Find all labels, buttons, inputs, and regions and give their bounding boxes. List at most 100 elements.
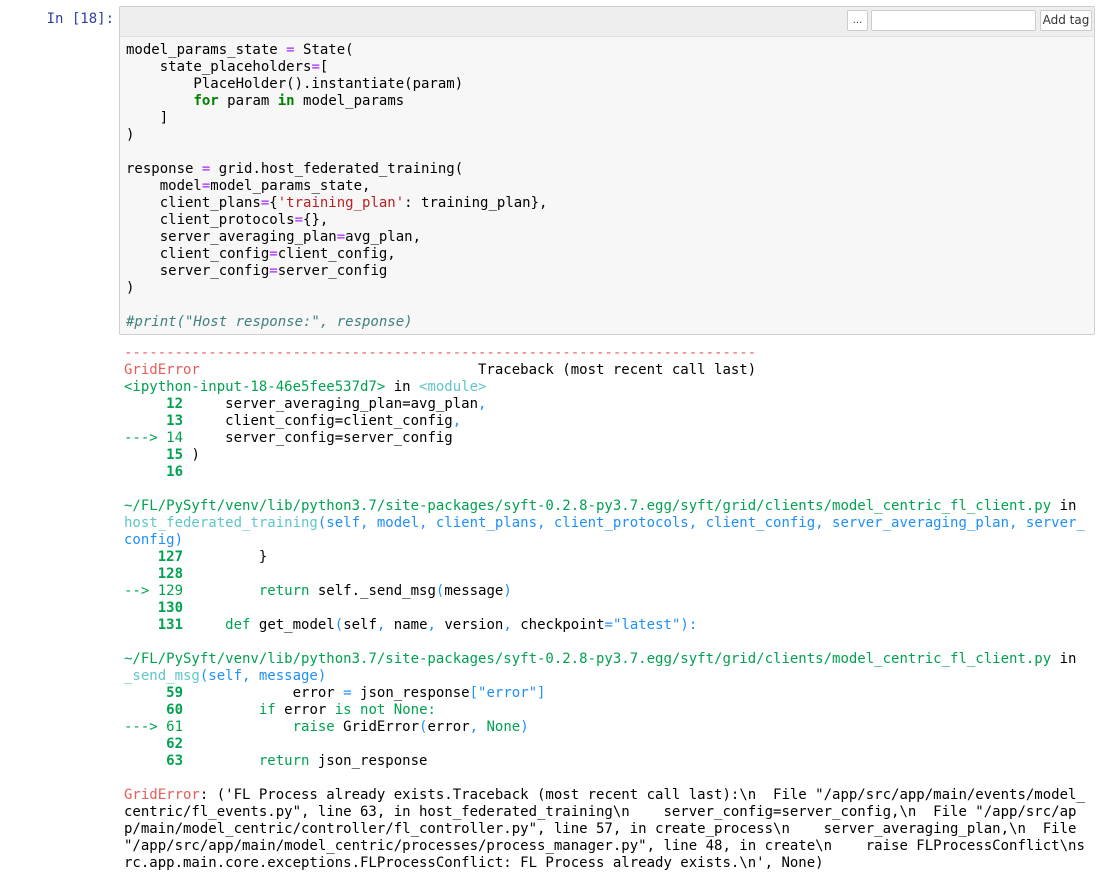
code-token: =client_config	[334, 413, 453, 429]
code-token: )	[183, 447, 200, 463]
code-token: in	[277, 93, 295, 109]
code-token: host_federated_training	[124, 515, 318, 531]
output-line: ​	[124, 481, 1085, 498]
output-line: --> 129 return self._send_msg(message)	[124, 583, 1085, 600]
code-token: get_model	[250, 617, 335, 633]
code-token: if	[258, 702, 276, 718]
code-token: ~/FL/PySyft/venv/lib/python3.7/site-pack…	[124, 498, 1052, 514]
code-token: =	[286, 42, 295, 58]
code-token: client_plans	[126, 195, 261, 211]
output-line: 63 return json_response	[124, 753, 1085, 770]
code-token: {},	[303, 212, 329, 228]
code-token: (self, model, client_plans, client_proto…	[317, 515, 1085, 531]
code-cell[interactable]: ... Add tag model_params_state = State( …	[119, 6, 1095, 335]
code-token: 131	[124, 617, 184, 633]
output-line: 62	[124, 736, 1085, 753]
code-token: grid.host_federated_training(	[210, 161, 464, 177]
code-token: param	[218, 93, 278, 109]
code-line: #print("Host response:", response)	[126, 314, 547, 331]
more-options-button[interactable]: ...	[847, 10, 868, 31]
output-line: 16	[124, 464, 1085, 481]
code-token: _send_msg	[124, 668, 200, 684]
code-token: 16	[124, 464, 184, 480]
code-token: config)	[124, 532, 184, 548]
code-token: server_config	[183, 430, 335, 446]
code-token: ----------------------------------------…	[124, 345, 757, 361]
code-token: #print("Host response:", response)	[126, 314, 413, 330]
code-editor[interactable]: model_params_state = State( state_placeh…	[126, 42, 547, 331]
code-token: message	[444, 583, 504, 599]
code-token: 60	[124, 702, 184, 718]
code-token: server_averaging_plan	[126, 229, 337, 245]
code-token: in	[1051, 498, 1077, 514]
code-token: server_averaging_plan	[183, 396, 403, 412]
code-token: =	[336, 229, 346, 245]
code-token: ,	[427, 617, 445, 633]
code-line: client_config=client_config,	[126, 246, 547, 263]
output-line: GridError: ('FL Process already exists.T…	[124, 787, 1085, 804]
code-token: ["error"]	[469, 685, 546, 701]
code-token: None	[486, 719, 521, 735]
output-line: ----------------------------------------…	[124, 345, 1085, 362]
output-line: config)	[124, 532, 1085, 549]
code-token: for	[193, 93, 219, 109]
code-token: 13	[124, 413, 184, 429]
code-token: p/main/model_centric/controller/fl_contr…	[124, 821, 1077, 837]
code-line: state_placeholders=[	[126, 59, 547, 76]
output-line: 127 }	[124, 549, 1085, 566]
output-line: centric/fl_events.py", line 63, in host_…	[124, 804, 1085, 821]
code-token: None:	[393, 702, 436, 718]
cell-output-traceback: ----------------------------------------…	[124, 345, 1085, 872]
code-token: ,	[376, 617, 394, 633]
code-token: }	[183, 549, 268, 565]
code-token: in	[1051, 651, 1077, 667]
code-token: (	[334, 617, 344, 633]
code-token: version	[444, 617, 504, 633]
code-token: =	[294, 212, 304, 228]
code-token: GridError	[334, 719, 420, 735]
code-token: : ('FL Process already exists.Traceback …	[199, 787, 1085, 803]
output-line: ---> 14 server_config=server_config	[124, 430, 1085, 447]
output-line: ---> 61 raise GridError(error, None)	[124, 719, 1085, 736]
code-token: "/app/src/app/main/model_centric/process…	[124, 838, 1085, 854]
code-token: json_response	[309, 753, 428, 769]
code-token: client_protocols	[126, 212, 295, 228]
code-token: PlaceHolder().instantiate(param)	[126, 76, 464, 92]
output-line: 15 )	[124, 447, 1085, 464]
code-token: )	[126, 127, 135, 143]
code-token: 12	[124, 396, 184, 412]
code-token: [	[319, 59, 329, 75]
output-line: ​	[124, 770, 1085, 787]
code-token: def	[225, 617, 251, 633]
code-token: <module>	[419, 379, 487, 395]
tag-input[interactable]	[871, 10, 1036, 31]
code-line: )	[126, 127, 547, 144]
output-line: 128	[124, 566, 1085, 583]
code-line: server_config=server_config	[126, 263, 547, 280]
code-token: client_config,	[277, 246, 396, 262]
code-token: 59	[124, 685, 184, 701]
output-line: 13 client_config=client_config,	[124, 413, 1085, 430]
code-token: in	[385, 379, 420, 395]
code-token: model_params_state,	[210, 178, 371, 194]
code-token: error	[275, 702, 335, 718]
code-token: : training_plan},	[404, 195, 548, 211]
code-token: name	[393, 617, 428, 633]
add-tag-button[interactable]: Add tag	[1040, 10, 1092, 31]
code-token: 'training_plan'	[277, 195, 405, 211]
code-token: 127	[124, 549, 184, 565]
code-token: state_placeholders	[126, 59, 312, 75]
output-line: ~/FL/PySyft/venv/lib/python3.7/site-pack…	[124, 498, 1085, 515]
output-line: 60 if error is not None:	[124, 702, 1085, 719]
output-line: 59 error = json_response["error"]	[124, 685, 1085, 702]
code-token: ,	[469, 719, 487, 735]
code-token: Traceback (most recent call last)	[199, 362, 757, 378]
output-line: host_federated_training(self, model, cli…	[124, 515, 1085, 532]
code-token: model_params	[294, 93, 405, 109]
code-token: ---> 14	[124, 430, 184, 446]
